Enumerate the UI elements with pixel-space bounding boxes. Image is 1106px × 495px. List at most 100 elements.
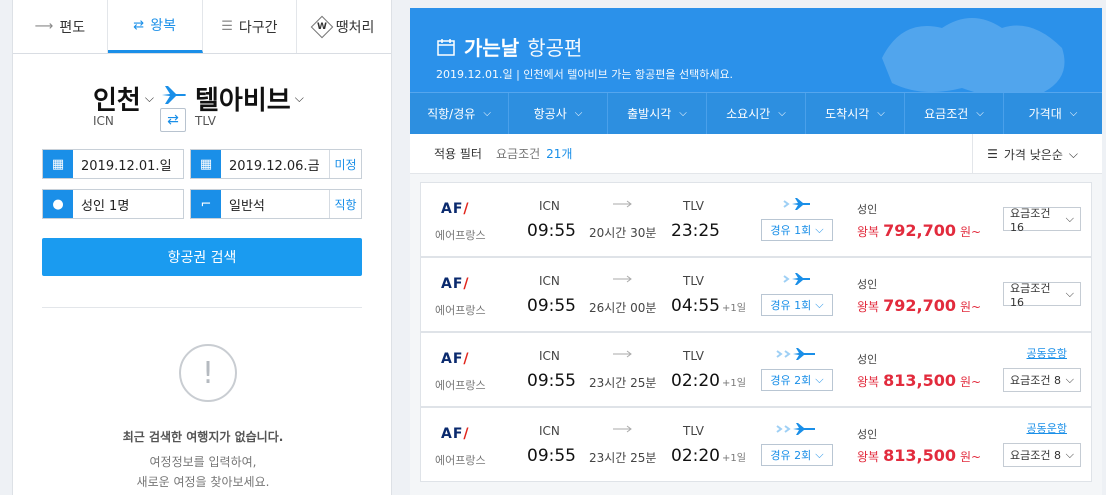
duration: 23시간 25분 [589,376,657,390]
stops-dropdown[interactable]: 경유 2회 ⌵ [761,369,833,391]
filter-label: 출발시각 [627,107,672,121]
arrival-code: TLV [683,424,704,438]
return-date-field[interactable]: ▦ 2019.12.06.금 미정 [190,149,362,179]
airline-logo-slash: / [463,351,470,367]
plane-icon [162,86,186,104]
departure-time: 09:55 [527,446,576,466]
swap-route-button[interactable]: ⇄ [160,108,186,132]
chevron-down-icon: ⌵ [815,448,824,461]
chevron-down-icon: ⌵ [144,91,154,105]
airline-name: 에어프랑스 [435,379,486,392]
departure-code: ICN [539,199,560,213]
empty-desc-line: 여정정보를 입력하여, [149,455,257,469]
arrival-time: 02:20 +1일 [671,446,746,466]
empty-desc-line: 새로운 여정을 찾아보세요. [136,475,270,489]
chevron-down-icon: ⌵ [1065,212,1074,225]
calendar-icon [437,38,455,56]
search-panel: ⟶ 편도 ⇄ 왕복 ☰ 다구간 W 땡처리 인천 ⌵ ICN 텔아비브 ⌵ TL… [12,0,392,495]
passenger-type: 성인 [857,353,878,366]
two-stop-plane-icon [761,422,833,440]
stops-label: 경유 2회 [770,449,812,462]
stops-block: 경유 1회 ⌵ [761,272,833,316]
codeshare-link[interactable]: 공동운항 [1027,420,1067,436]
departure-time: 09:55 [527,296,576,316]
one-stop-plane-icon [761,272,833,290]
flight-list: AF/에어프랑스 ICN 09:55 20시간 30분 TLV 23:25 경유 1회 ⌵ 성인… [410,174,1102,495]
sort-dropdown[interactable]: ☰ 가격 낮은순 ⌵ [972,134,1078,174]
arrival-time: 02:20 +1일 [671,371,746,391]
tab-multi-city[interactable]: ☰ 다구간 [203,0,298,53]
price-amount: 813,500 [883,446,956,465]
stops-label: 경유 1회 [770,299,812,312]
results-panel: 가는날 항공편 2019.12.01.일 | 인천에서 텔아비브 가는 항공편을… [410,8,1102,495]
flight-card[interactable]: AF/에어프랑스 ICN 09:55 23시간 25분 TLV 02:20 +1일 경유 2회… [420,407,1092,482]
airline-logo-text: AF [441,351,464,367]
price-type: 왕복 [857,375,880,389]
arrival-time: 23:25 [671,221,722,241]
fare-rules-select[interactable]: 요금조건 16 ⌵ [1003,207,1081,234]
price-type: 왕복 [857,225,880,239]
stops-dropdown[interactable]: 경유 2회 ⌵ [761,444,833,466]
codeshare-link[interactable]: 공동운항 [1027,345,1067,361]
filter-airline[interactable]: 항공사 ⌵ [509,93,608,134]
filter-departure-time[interactable]: 출발시각 ⌵ [608,93,707,134]
airline-logo-slash: / [463,201,470,217]
seat-class-field[interactable]: ⌐ 일반석 직항 [190,189,362,219]
to-city: 텔아비브 [195,86,291,116]
arrival-code: TLV [683,199,704,213]
flight-card[interactable]: AF/에어프랑스 ICN 09:55 26시간 00분 TLV 04:55 +1일 경유 1회… [420,257,1092,332]
applied-filter-count: 21개 [546,147,573,161]
stops-dropdown[interactable]: 경유 1회 ⌵ [761,219,833,241]
chevron-down-icon: ⌵ [877,108,885,119]
arrow-right-icon [613,350,632,358]
airline-logo: AF/ [441,276,470,292]
passengers-field[interactable]: ● 성인 1명 [42,189,184,219]
airline-logo-text: AF [441,276,464,292]
chevron-down-icon: ⌵ [815,223,824,236]
airline-logo-slash: / [463,276,470,292]
price-amount: 792,700 [883,221,956,240]
filter-duration[interactable]: 소요시간 ⌵ [707,93,806,134]
departure-code: ICN [539,274,560,288]
arrival-time: 04:55 +1일 [671,296,746,316]
departure-time: 09:55 [527,371,576,391]
price-type: 왕복 [857,450,880,464]
direct-toggle[interactable]: 직항 [329,190,361,218]
fare-rules-select[interactable]: 요금조건 16 ⌵ [1003,282,1081,309]
to-city-select[interactable]: 텔아비브 ⌵ [195,80,304,117]
fare-rules-select[interactable]: 요금조건 8 ⌵ [1003,368,1081,392]
price-currency: 원~ [959,225,982,239]
seat-class-value: 일반석 [229,198,265,214]
airline-name: 에어프랑스 [435,454,486,467]
stops-dropdown[interactable]: 경유 1회 ⌵ [761,294,833,316]
two-stop-plane-icon [761,347,833,365]
depart-date-field[interactable]: ▦ 2019.12.01.일 [42,149,184,179]
chevron-down-icon: ⌵ [1065,448,1074,461]
tab-one-way[interactable]: ⟶ 편도 [13,0,108,53]
tab-round-trip[interactable]: ⇄ 왕복 [107,0,203,53]
stops-block: 경유 2회 ⌵ [761,422,833,466]
flight-card[interactable]: AF/에어프랑스 ICN 09:55 23시간 25분 TLV 02:20 +1일 경유 2회… [420,332,1092,407]
date-row: ▦ 2019.12.01.일 ▦ 2019.12.06.금 미정 [42,149,362,179]
departure-code: ICN [539,349,560,363]
from-city-select[interactable]: 인천 ⌵ [93,80,154,117]
chevron-down-icon: ⌵ [976,108,984,119]
chevron-down-icon: ⌵ [679,108,687,119]
chevron-down-icon: ⌵ [815,298,824,311]
chevron-down-icon: ⌵ [1065,287,1074,300]
filter-fare-rules[interactable]: 요금조건 ⌵ [905,93,1004,134]
price-amount: 813,500 [883,371,956,390]
filter-label: 가격대 [1028,107,1062,121]
filter-label: 요금조건 [924,107,969,121]
undecided-toggle[interactable]: 미정 [329,150,361,178]
flight-card[interactable]: AF/에어프랑스 ICN 09:55 20시간 30분 TLV 23:25 경유 1회 ⌵ 성인… [420,182,1092,257]
price-currency: 원~ [959,450,982,464]
tab-last-minute[interactable]: W 땡처리 [297,0,391,53]
search-flights-button[interactable]: 항공권 검색 [42,238,362,276]
fare-rules-select[interactable]: 요금조건 8 ⌵ [1003,443,1081,467]
airline-name: 에어프랑스 [435,229,486,242]
filter-arrival-time[interactable]: 도착시각 ⌵ [806,93,905,134]
filter-stops[interactable]: 직항/경유 ⌵ [410,93,509,134]
filter-price-range[interactable]: 가격대 ⌵ [1004,93,1102,134]
calendar-icon: ▦ [191,150,221,178]
